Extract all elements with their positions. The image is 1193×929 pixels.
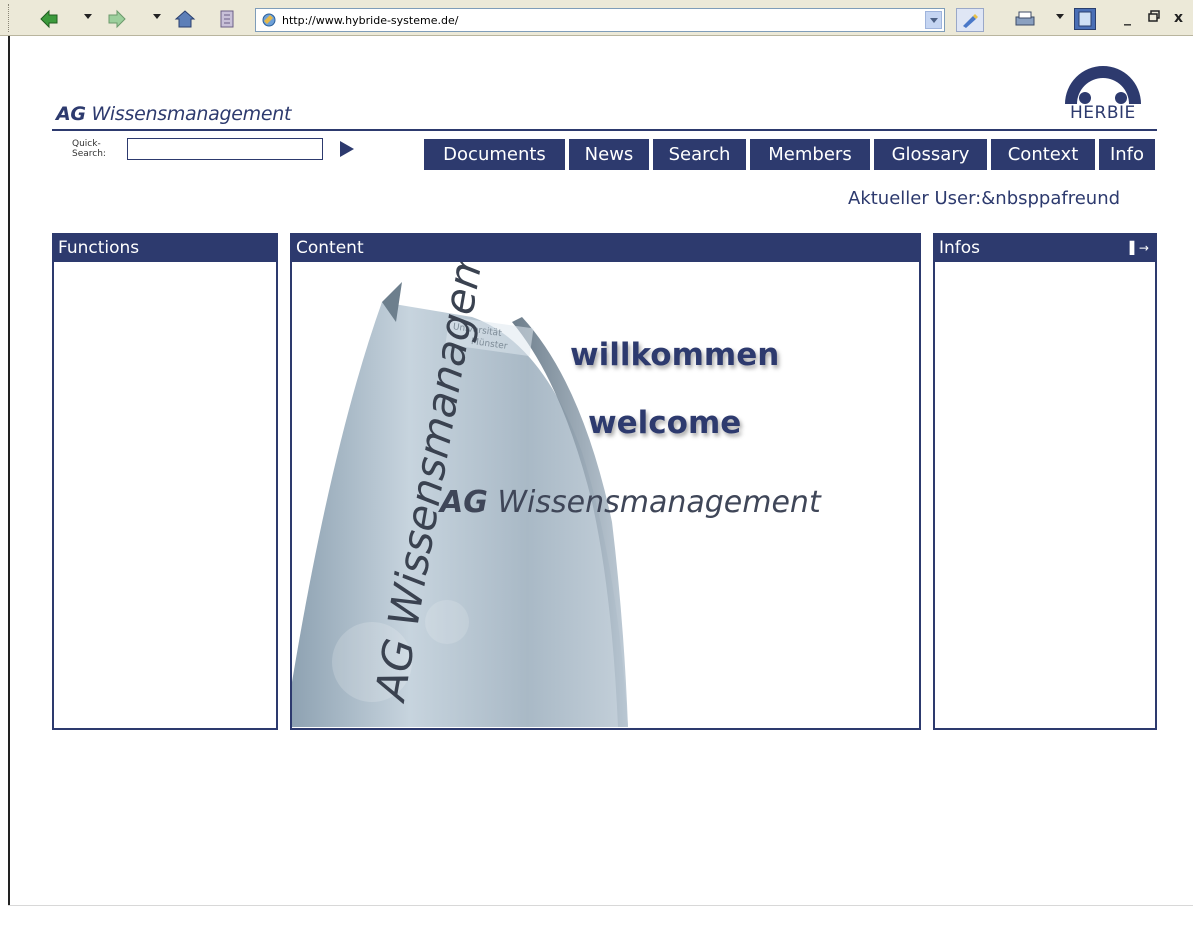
- site-brand: AG Wissensmanagement: [56, 103, 291, 125]
- header-rule: [52, 129, 1157, 131]
- nav-context[interactable]: Context: [991, 139, 1095, 170]
- nav-documents[interactable]: Documents: [424, 139, 565, 170]
- logo-wordmark: HERBIE: [1070, 103, 1136, 123]
- hero-brand-rest: Wissensmanagement: [487, 485, 821, 520]
- print-dropdown-icon[interactable]: [1056, 14, 1064, 19]
- close-icon[interactable]: x: [1174, 10, 1183, 26]
- restore-icon[interactable]: [1148, 10, 1160, 26]
- hero-brand-bold: AG: [440, 485, 488, 520]
- status-divider: [8, 905, 1193, 906]
- infos-panel-label: Infos: [939, 238, 981, 258]
- nav-info[interactable]: Info: [1099, 139, 1155, 170]
- forward-arrow-icon[interactable]: [106, 8, 128, 30]
- browser-toolbar: http://www.hybride-systeme.de/ _ x: [0, 0, 1193, 36]
- content-panel: Content Universität Münster AG Wissensma…: [290, 233, 921, 730]
- current-user: Aktueller User:&nbsppafreund: [848, 188, 1121, 209]
- main-nav: Documents News Search Members Glossary C…: [0, 139, 1193, 170]
- back-arrow-icon[interactable]: [38, 8, 60, 30]
- forward-dropdown-icon[interactable]: [153, 14, 161, 19]
- favicon-icon: [260, 11, 278, 29]
- infos-panel-title: Infos ▌→: [935, 235, 1155, 262]
- greeting-en: welcome: [588, 405, 742, 441]
- infos-panel: Infos ▌→: [933, 233, 1157, 730]
- functions-panel: Functions: [52, 233, 278, 730]
- print-icon[interactable]: [1014, 8, 1036, 30]
- back-dropdown-icon[interactable]: [84, 14, 92, 19]
- brand-bold: AG: [56, 103, 86, 125]
- nav-glossary[interactable]: Glossary: [874, 139, 987, 170]
- minimize-icon[interactable]: _: [1124, 10, 1131, 26]
- welcome-image: Universität Münster AG Wissensmanagement…: [292, 262, 918, 727]
- nav-news[interactable]: News: [569, 139, 649, 170]
- nav-members[interactable]: Members: [750, 139, 870, 170]
- history-icon[interactable]: [216, 8, 238, 30]
- page-icon[interactable]: [1074, 8, 1096, 30]
- content-panel-title: Content: [292, 235, 919, 262]
- home-icon[interactable]: [174, 8, 196, 30]
- hero-brand: AG Wissensmanagement: [440, 485, 821, 520]
- expand-icon[interactable]: ▌→: [1130, 235, 1149, 262]
- brand-rest: Wissensmanagement: [85, 103, 292, 125]
- edit-icon[interactable]: [956, 8, 984, 32]
- functions-panel-title: Functions: [54, 235, 276, 262]
- toolbar-grip[interactable]: [8, 4, 12, 32]
- nav-search[interactable]: Search: [653, 139, 746, 170]
- address-dropdown-button[interactable]: [925, 11, 942, 29]
- greeting-de: willkommen: [570, 337, 780, 373]
- address-bar[interactable]: http://www.hybride-systeme.de/: [255, 8, 945, 32]
- address-url[interactable]: http://www.hybride-systeme.de/: [282, 14, 458, 27]
